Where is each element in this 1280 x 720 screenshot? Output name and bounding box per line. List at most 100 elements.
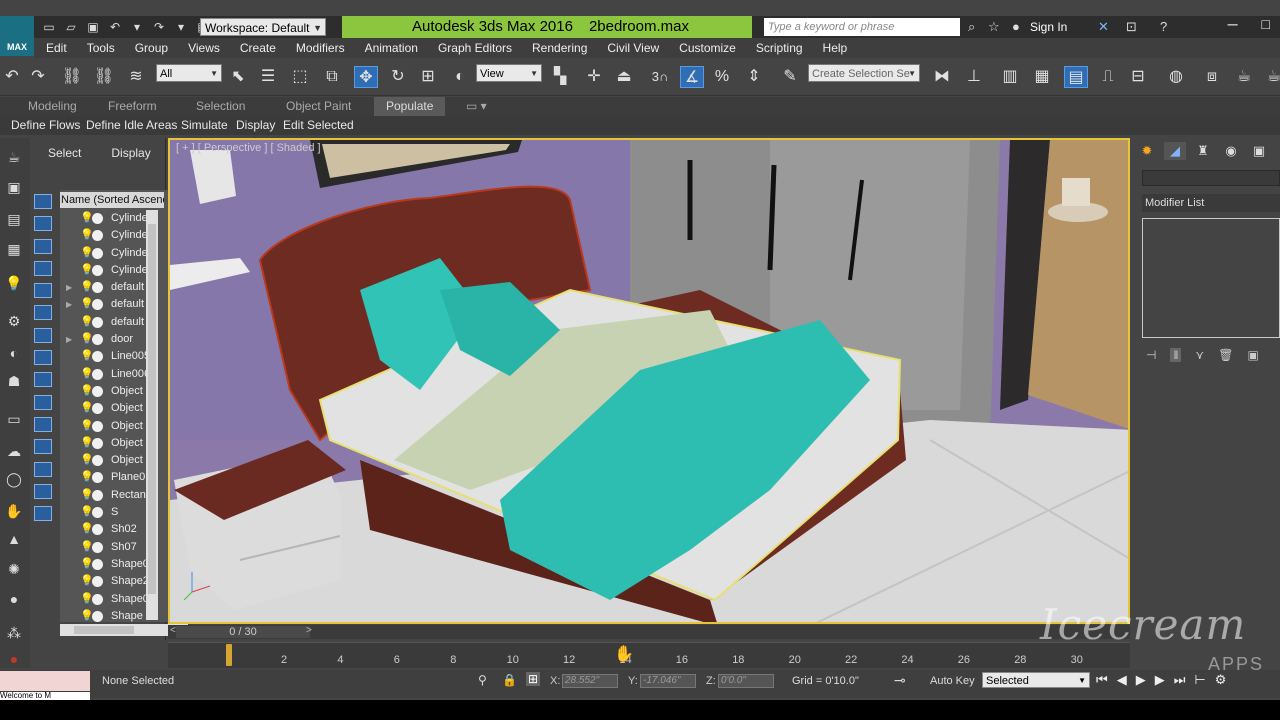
- cone-icon[interactable]: ▲: [3, 530, 25, 548]
- curve-editor-icon[interactable]: ⎍: [1096, 66, 1120, 88]
- filter-spacewarps-icon[interactable]: [34, 305, 52, 321]
- material-editor-icon[interactable]: ◍: [1164, 66, 1188, 88]
- display-button[interactable]: Display: [236, 116, 275, 135]
- circle-icon[interactable]: ◯: [3, 470, 25, 488]
- pivot-center-icon[interactable]: ▚: [548, 66, 572, 88]
- redo-icon[interactable]: ↷: [26, 66, 50, 88]
- play-icon[interactable]: ▶: [1136, 672, 1146, 688]
- expand-arrow-icon[interactable]: ▶: [66, 296, 72, 313]
- menu-customize[interactable]: Customize: [669, 38, 746, 58]
- keyframe-marker[interactable]: [226, 644, 232, 666]
- grid-icon[interactable]: ▦: [3, 240, 25, 258]
- y-coordinate-field[interactable]: -17.046": [640, 674, 696, 688]
- maxscript-listener[interactable]: [0, 671, 90, 691]
- undo-icon[interactable]: ↶: [0, 66, 24, 88]
- tab-object-paint[interactable]: Object Paint: [286, 97, 351, 116]
- spinner-snap-icon[interactable]: ⇕: [742, 66, 766, 88]
- search-input[interactable]: Type a keyword or phrase: [764, 18, 960, 36]
- filter-xrefs-icon[interactable]: [34, 350, 52, 366]
- filter-shapes-icon[interactable]: [34, 216, 52, 232]
- sign-in-link[interactable]: Sign In: [1030, 18, 1067, 36]
- placement-icon[interactable]: ◐: [448, 66, 472, 88]
- reference-coordinate-dropdown[interactable]: View ▼: [476, 64, 542, 82]
- edit-named-selection-icon[interactable]: ✎: [778, 66, 802, 88]
- make-unique-icon[interactable]: ⋎: [1195, 348, 1204, 362]
- app-logo-button[interactable]: MAX: [0, 16, 34, 56]
- tab-freeform[interactable]: Freeform: [108, 97, 157, 116]
- menu-create[interactable]: Create: [230, 38, 286, 58]
- explorer-vertical-scrollbar[interactable]: [146, 210, 158, 620]
- expand-arrow-icon[interactable]: ▶: [66, 331, 72, 348]
- scroll-thumb[interactable]: [74, 626, 134, 634]
- camera-icon[interactable]: ◐: [3, 344, 25, 362]
- menu-rendering[interactable]: Rendering: [522, 38, 597, 58]
- cart-icon[interactable]: ⊡: [1126, 18, 1137, 36]
- named-selection-input[interactable]: Create Selection Se ▼: [808, 64, 920, 82]
- scale-tool-icon[interactable]: ⊞: [416, 66, 440, 88]
- unlink-icon[interactable]: ⛓: [92, 66, 116, 88]
- define-idle-areas-button[interactable]: Define Idle Areas: [86, 116, 177, 135]
- toggle-ribbon-icon[interactable]: ▦: [1030, 66, 1054, 88]
- particle-icon[interactable]: ⁂: [3, 624, 25, 642]
- display-icon[interactable]: ▣: [3, 178, 25, 196]
- maximize-icon[interactable]: □: [1262, 16, 1270, 32]
- simulate-button[interactable]: Simulate: [181, 116, 228, 135]
- configure-modifier-sets-icon[interactable]: ▣: [1247, 348, 1258, 362]
- filter-frozen-icon[interactable]: [34, 416, 52, 432]
- workspace-dropdown[interactable]: Workspace: Default ▼: [200, 18, 326, 36]
- bone-icon[interactable]: ☗: [3, 372, 25, 390]
- rotate-tool-icon[interactable]: ↻: [386, 66, 410, 88]
- filter-none-icon[interactable]: [34, 483, 52, 499]
- define-flows-button[interactable]: Define Flows: [11, 116, 80, 135]
- open-file-icon[interactable]: ▱: [62, 19, 80, 35]
- move-tool-icon[interactable]: ✥: [354, 66, 378, 88]
- window-crossing-icon[interactable]: ⧉: [320, 66, 344, 88]
- time-slider[interactable]: 0 / 30 < >: [168, 625, 1130, 639]
- select-object-icon[interactable]: ⬉: [226, 66, 250, 88]
- filter-all-icon[interactable]: [34, 461, 52, 477]
- filter-containers-icon[interactable]: [34, 394, 52, 410]
- rectangular-selection-icon[interactable]: ⬚: [288, 66, 312, 88]
- menu-graph-editors[interactable]: Graph Editors: [428, 38, 522, 58]
- motion-tab-icon[interactable]: ◉: [1220, 142, 1242, 160]
- remove-modifier-icon[interactable]: 🗑: [1218, 348, 1233, 362]
- key-mode-icon[interactable]: ⊢: [1194, 672, 1205, 688]
- menu-edit[interactable]: Edit: [34, 38, 77, 58]
- layer-explorer-icon[interactable]: ▥: [998, 66, 1022, 88]
- filter-groups-icon[interactable]: [34, 327, 52, 343]
- track-bar[interactable]: [168, 642, 1130, 668]
- explorer-display-tab[interactable]: Display: [111, 146, 150, 160]
- scroll-thumb[interactable]: [148, 224, 156, 594]
- tab-populate[interactable]: Populate: [374, 97, 446, 116]
- select-manipulate-icon[interactable]: ✛: [582, 66, 606, 88]
- pin-stack-icon[interactable]: ⊣: [1146, 348, 1156, 362]
- redo-dropdown-icon[interactable]: ▾: [172, 19, 190, 35]
- redo-icon[interactable]: ↷: [150, 19, 168, 35]
- render-production-icon[interactable]: ☕: [1262, 66, 1280, 88]
- help-icon[interactable]: ?: [1160, 18, 1167, 36]
- menu-views[interactable]: Views: [178, 38, 230, 58]
- teapot-icon[interactable]: ☕: [3, 148, 25, 166]
- schematic-view-icon[interactable]: ⊟: [1126, 66, 1150, 88]
- cloud-icon[interactable]: ☁: [3, 442, 25, 460]
- filter-cameras-icon[interactable]: [34, 260, 52, 276]
- select-by-name-icon[interactable]: ☰: [256, 66, 280, 88]
- scene-explorer-icon[interactable]: ▤: [1064, 66, 1088, 88]
- go-to-start-icon[interactable]: ⏮: [1096, 672, 1108, 688]
- align-icon[interactable]: ⊥: [962, 66, 986, 88]
- layers-icon[interactable]: ▤: [3, 210, 25, 228]
- go-to-end-icon[interactable]: ⏭: [1174, 672, 1186, 688]
- menu-help[interactable]: Help: [813, 38, 858, 58]
- hierarchy-tab-icon[interactable]: ♜: [1192, 142, 1214, 160]
- new-file-icon[interactable]: ▭: [40, 19, 58, 35]
- menu-animation[interactable]: Animation: [355, 38, 428, 58]
- filter-lights-icon[interactable]: [34, 238, 52, 254]
- create-tab-icon[interactable]: ✹: [1136, 142, 1158, 160]
- undo-dropdown-icon[interactable]: ▾: [128, 19, 146, 35]
- menu-group[interactable]: Group: [125, 38, 178, 58]
- lock-selection-icon[interactable]: 🔒: [502, 673, 517, 687]
- selection-filter-dropdown[interactable]: All ▼: [156, 64, 222, 82]
- mirror-icon[interactable]: ⧓: [930, 66, 954, 88]
- next-frame-icon[interactable]: ▶: [1155, 672, 1165, 688]
- key-filter-dropdown[interactable]: Selected ▼: [982, 672, 1090, 688]
